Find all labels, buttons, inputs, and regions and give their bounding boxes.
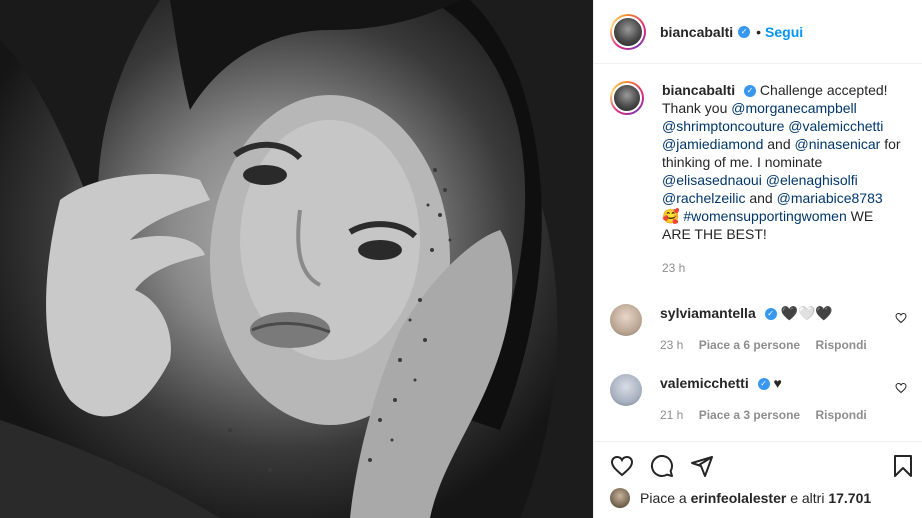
verified-icon: ✓	[764, 308, 777, 321]
likes-count[interactable]: 17.701	[828, 490, 871, 506]
header-separator: •	[756, 23, 762, 40]
comment-likes[interactable]: Piace a 6 persone	[699, 338, 800, 352]
comment-meta: 23 h Piace a 6 persone Rispondi	[660, 336, 900, 354]
reply-button[interactable]: Rispondi	[815, 338, 866, 352]
caption-username[interactable]: biancabalti	[662, 82, 735, 98]
post-photo[interactable]	[0, 0, 593, 518]
comment-text: 🖤🤍🖤	[780, 305, 833, 321]
comment-time[interactable]: 23 h	[660, 338, 683, 352]
caption-text: and	[749, 190, 773, 206]
hashtag-link[interactable]: #womensupportingwomen	[683, 208, 846, 224]
mention-link[interactable]: @rachelzeilic	[662, 190, 745, 206]
comment-item: sylviamantella ✓ 🖤🤍🖤 23 h Piace a 6 pers…	[610, 304, 907, 362]
commenter-avatar[interactable]	[610, 304, 642, 336]
heart-icon[interactable]	[610, 454, 634, 478]
post-actions	[594, 441, 922, 489]
caption-avatar[interactable]	[610, 81, 644, 115]
comment-body: sylviamantella ✓ 🖤🤍🖤 23 h Piace a 6 pers…	[660, 304, 900, 362]
share-icon[interactable]	[690, 454, 714, 478]
comment-username[interactable]: valemicchetti	[660, 375, 749, 391]
comment-icon[interactable]	[650, 454, 674, 478]
verified-icon: ✓	[757, 378, 770, 391]
mention-link[interactable]: @valemicchetti	[788, 118, 883, 134]
comment-likes[interactable]: Piace a 3 persone	[699, 408, 800, 422]
caption-meta: 23 h	[662, 259, 902, 277]
mention-link[interactable]: @elenaghisolfi	[766, 172, 858, 188]
reply-button[interactable]: Rispondi	[815, 408, 866, 422]
comment-username[interactable]: sylviamantella	[660, 305, 756, 321]
post-photo-art	[0, 0, 593, 518]
like-comment-heart-icon[interactable]	[895, 382, 907, 394]
author-avatar[interactable]	[610, 13, 646, 50]
mention-link[interactable]: @elisasednaoui	[662, 172, 762, 188]
post-side-panel: biancabalti ✓ • Segui biancabalti ✓ Chal…	[593, 0, 922, 518]
mention-link[interactable]: @shrimptoncouture	[662, 118, 784, 134]
liker-username[interactable]: erinfeolalester	[691, 490, 787, 506]
like-comment-heart-icon[interactable]	[895, 312, 907, 324]
mention-link[interactable]: @ninasenicar	[795, 136, 881, 152]
caption-time[interactable]: 23 h	[662, 261, 685, 275]
caption-text: and	[767, 136, 791, 152]
mention-link[interactable]: @morganecampbell	[731, 100, 857, 116]
post-header: biancabalti ✓ • Segui	[594, 0, 922, 64]
mention-link[interactable]: @jamiediamond	[662, 136, 763, 152]
caption-body: biancabalti ✓ Challenge accepted! Thank …	[662, 81, 902, 291]
comment-item: valemicchetti ✓ ♥ 21 h Piace a 3 persone…	[610, 374, 907, 432]
comments-list[interactable]: biancabalti ✓ Challenge accepted! Thank …	[594, 65, 922, 440]
follow-button[interactable]: Segui	[765, 24, 803, 40]
verified-icon: ✓	[744, 85, 757, 98]
comment-body: valemicchetti ✓ ♥ 21 h Piace a 3 persone…	[660, 374, 900, 432]
mention-link[interactable]: @mariabice8783	[777, 190, 883, 206]
likes-summary: Piace a erinfeolalester e altri 17.701	[610, 488, 871, 508]
author-username[interactable]: biancabalti	[660, 24, 733, 40]
verified-icon: ✓	[738, 25, 751, 38]
caption: biancabalti ✓ Challenge accepted! Thank …	[610, 81, 907, 291]
likes-suffix: e altri	[790, 490, 825, 506]
commenter-avatar[interactable]	[610, 374, 642, 406]
comment-text: ♥	[773, 375, 782, 391]
liker-avatar[interactable]	[610, 488, 630, 508]
comment-time[interactable]: 21 h	[660, 408, 683, 422]
likes-prefix: Piace a	[640, 490, 687, 506]
emoji: 🥰	[662, 208, 680, 224]
comment-meta: 21 h Piace a 3 persone Rispondi	[660, 406, 900, 424]
bookmark-icon[interactable]	[891, 454, 915, 478]
